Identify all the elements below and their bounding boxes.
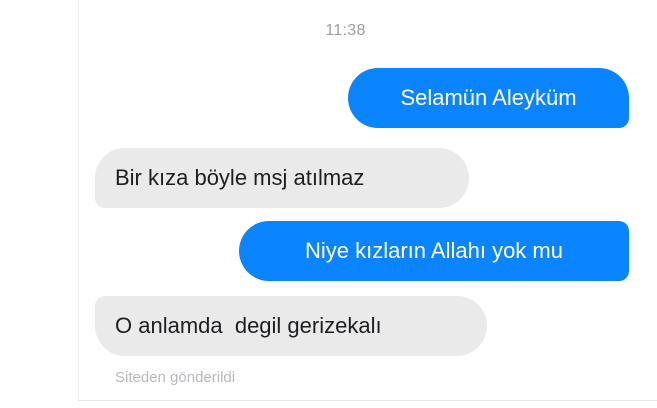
- message-timestamp: 11:38: [325, 22, 366, 39]
- page: 11:38 Selamün Aleyküm Bir kıza böyle msj…: [0, 0, 657, 408]
- chat-panel: 11:38 Selamün Aleyküm Bir kıza böyle msj…: [78, 0, 657, 401]
- message-text: Niye kızların Allahı yok mu: [305, 238, 563, 263]
- message-text: Selamün Aleyküm: [400, 85, 577, 110]
- sent-from-web-note: Siteden gönderildi: [115, 369, 236, 386]
- received-message-bubble[interactable]: O anlamda degil gerizekalı: [95, 296, 487, 356]
- sent-message-bubble[interactable]: Selamün Aleyküm: [348, 68, 629, 128]
- message-text: Bir kıza böyle msj atılmaz: [115, 165, 365, 190]
- message-text: O anlamda degil gerizekalı: [115, 313, 382, 338]
- received-message-bubble[interactable]: Bir kıza böyle msj atılmaz: [95, 148, 469, 208]
- sent-message-bubble[interactable]: Niye kızların Allahı yok mu: [239, 221, 629, 281]
